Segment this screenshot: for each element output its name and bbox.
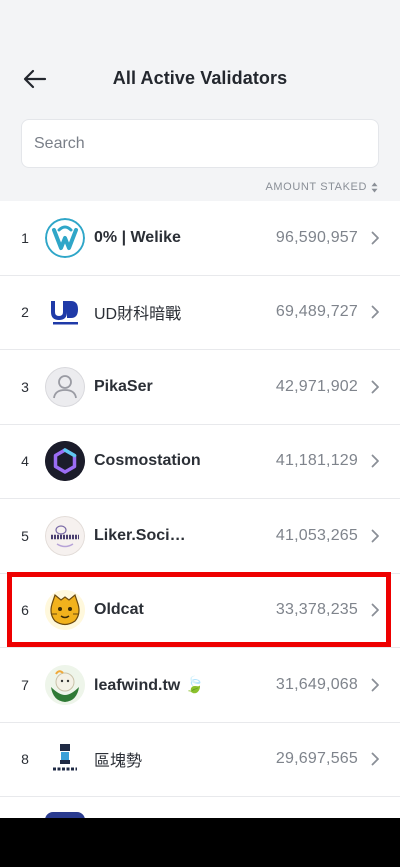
chevron-right-icon <box>368 752 382 766</box>
validator-rank: 2 <box>21 304 29 321</box>
chevron-right-icon <box>368 231 382 245</box>
validator-row[interactable]: 3 PikaSer 42,971,902 <box>0 350 400 425</box>
welike-logo-icon <box>45 217 85 258</box>
validator-amount: 33,378,235 <box>275 601 358 619</box>
validator-amount: 96,590,957 <box>275 228 358 246</box>
validator-name: 0% | Welike <box>94 228 181 246</box>
validator-rank: 4 <box>21 453 29 470</box>
default-user-avatar-icon <box>45 366 85 407</box>
validator-row[interactable]: 5 Liker.Soci… 41,053,265 <box>0 499 400 574</box>
leafwind-logo-icon <box>45 664 85 705</box>
validator-row[interactable]: 6 Oldcat 33,378,235 <box>0 573 400 648</box>
chevron-right-icon <box>368 603 382 617</box>
cosmostation-logo-icon <box>45 441 85 482</box>
validator-row[interactable]: 7 leafwind.tw 🍃 31,649,068 <box>0 648 400 723</box>
chevron-right-icon <box>368 454 382 468</box>
chevron-right-icon <box>368 529 382 543</box>
validator-name: Cosmostation <box>94 452 201 470</box>
liker-social-logo-icon <box>45 515 85 556</box>
validator-amount: 41,053,265 <box>275 526 358 544</box>
validator-amount: 41,181,129 <box>275 452 358 470</box>
block-trend-logo-icon <box>45 739 85 780</box>
validator-name: Oldcat <box>94 601 144 619</box>
validator-amount: 29,697,565 <box>275 750 358 768</box>
system-bottom-bar <box>0 818 400 867</box>
chevron-right-icon <box>368 678 382 692</box>
validator-rank: 7 <box>21 676 29 693</box>
validator-name: Liker.Soci… <box>94 526 186 544</box>
search-input[interactable] <box>21 119 379 168</box>
validator-row[interactable]: 2 UD財科暗戰 69,489,727 <box>0 275 400 350</box>
sort-amount-staked[interactable]: AMOUNT STAKED <box>265 181 378 193</box>
validator-amount: 31,649,068 <box>275 675 358 693</box>
validator-row[interactable]: 4 Cosmostation 41,181,129 <box>0 424 400 499</box>
chevron-right-icon <box>368 305 382 319</box>
oldcat-logo-icon <box>45 590 85 631</box>
validator-row[interactable]: 8 區塊勢 29,697,565 <box>0 722 400 797</box>
validator-list: 1 0% | Welike 96,590,957 2 UD財科暗戰 69,489… <box>0 201 400 818</box>
sort-arrows-icon <box>371 182 378 193</box>
validator-name: leafwind.tw 🍃 <box>94 676 205 694</box>
chevron-right-icon <box>368 380 382 394</box>
validator-rank: 8 <box>21 751 29 768</box>
validator-rank: 1 <box>21 229 29 246</box>
validator-name: 區塊勢 <box>94 753 143 771</box>
sort-label: AMOUNT STAKED <box>265 181 367 193</box>
validator-amount: 42,971,902 <box>275 377 358 395</box>
header: All Active Validators <box>0 56 400 102</box>
validator-name: UD財科暗戰 <box>94 306 182 324</box>
page-title: All Active Validators <box>112 68 288 88</box>
validator-rank: 5 <box>21 527 29 544</box>
validator-rank: 3 <box>21 378 29 395</box>
validator-amount: 69,489,727 <box>275 303 358 321</box>
validator-rank: 6 <box>21 602 29 619</box>
validator-name: PikaSer <box>94 377 153 395</box>
validator-row[interactable]: 1 0% | Welike 96,590,957 <box>0 201 400 276</box>
validators-screen: All Active Validators AMOUNT STAKED 1 0%… <box>0 0 400 867</box>
udomain-logo-icon <box>45 292 85 333</box>
